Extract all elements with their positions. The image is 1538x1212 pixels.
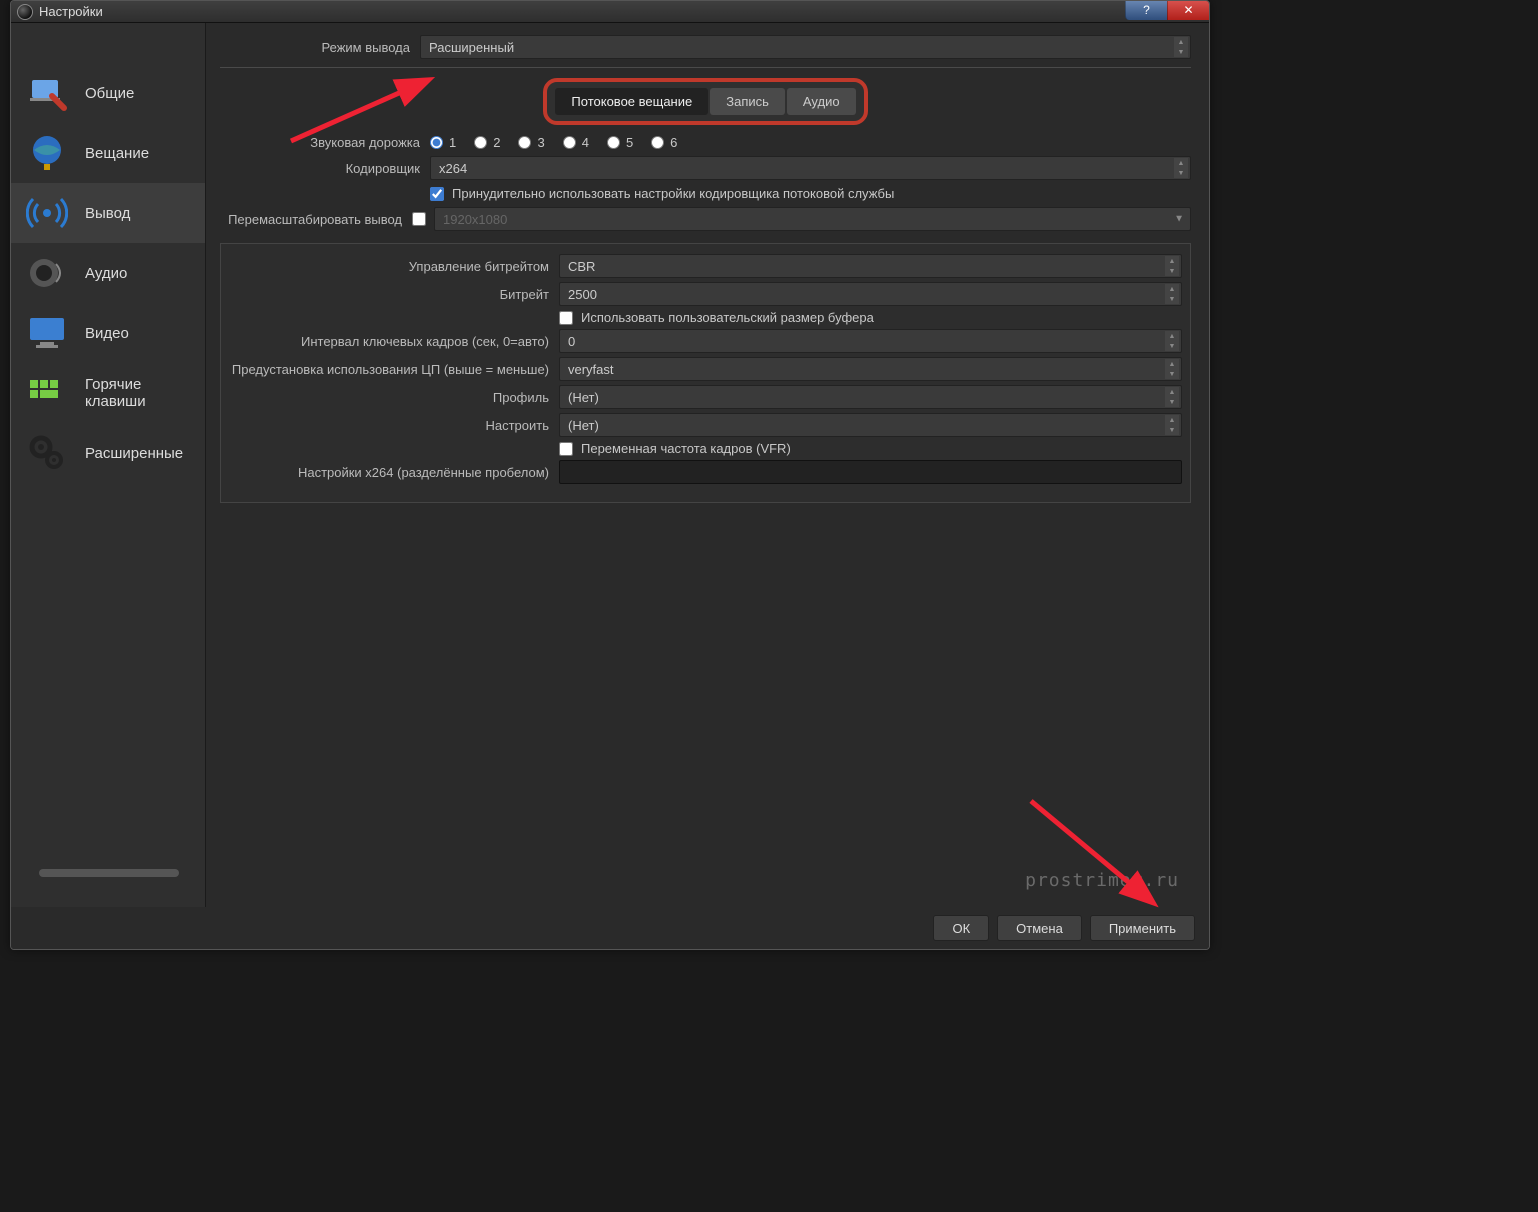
output-mode-select[interactable]: Расширенный ▲▼ [420,35,1191,59]
main-panel: Режим вывода Расширенный ▲▼ Потоковое ве… [206,23,1209,907]
tab-audio[interactable]: Аудио [787,88,856,115]
help-button[interactable]: ? [1125,0,1167,20]
rescale-label: Перемасштабировать вывод [220,212,412,227]
wrench-icon [23,69,71,117]
spinner-icon: ▲▼ [1174,158,1188,178]
sidebar: Общие Вещание Вывод Аудио [11,23,206,907]
profile-label: Профиль [229,390,559,405]
sidebar-item-label: Горячие клавиши [85,376,205,410]
spinner-icon: ▲▼ [1165,331,1179,351]
dialog-footer: ОК Отмена Применить [11,907,1209,949]
spinner-icon: ▲▼ [1165,284,1179,304]
watermark: prostrimer.ru [1025,870,1179,891]
tab-recording[interactable]: Запись [710,88,785,115]
ok-button[interactable]: ОК [933,915,989,941]
audio-track-1[interactable]: 1 [430,135,456,150]
cpu-preset-select[interactable]: veryfast ▲▼ [559,357,1182,381]
enforce-checkbox[interactable]: Принудительно использовать настройки код… [430,186,1191,201]
x264opts-input[interactable] [559,460,1182,484]
audio-track-label: Звуковая дорожка [220,135,430,150]
bitrate-label: Битрейт [229,287,559,302]
spinner-icon: ▲▼ [1174,37,1188,57]
encoder-settings-panel: Управление битрейтом CBR ▲▼ Битрейт 2500… [220,243,1191,503]
speaker-icon [23,249,71,297]
sidebar-item-label: Видео [85,325,129,342]
bitrate-input[interactable]: 2500 ▲▼ [559,282,1182,306]
sidebar-item-audio[interactable]: Аудио [11,243,205,303]
audio-track-5[interactable]: 5 [607,135,633,150]
encoder-label: Кодировщик [220,161,430,176]
tab-streaming[interactable]: Потоковое вещание [555,88,708,115]
audio-track-6[interactable]: 6 [651,135,677,150]
keyframe-label: Интервал ключевых кадров (сек, 0=авто) [229,334,559,349]
gears-icon [23,429,71,477]
rescale-checkbox[interactable] [412,212,434,226]
spinner-icon: ▲▼ [1165,256,1179,276]
custom-buffer-checkbox[interactable]: Использовать пользовательский размер буф… [559,310,1182,325]
settings-window: Настройки ? ✕ Общие Вещание [10,0,1210,950]
audio-track-radios: 1 2 3 4 5 6 [430,135,1191,150]
cancel-button[interactable]: Отмена [997,915,1082,941]
titlebar: Настройки ? ✕ [11,1,1209,23]
app-icon [17,4,33,20]
broadcast-icon [23,189,71,237]
sidebar-item-label: Аудио [85,265,127,282]
window-title: Настройки [39,4,103,19]
sidebar-scrollbar[interactable] [39,869,179,877]
sidebar-item-hotkeys[interactable]: Горячие клавиши [11,363,205,423]
spinner-icon: ▲▼ [1165,415,1179,435]
sidebar-item-output[interactable]: Вывод [11,183,205,243]
sidebar-item-label: Вещание [85,145,149,162]
spinner-icon: ▲▼ [1165,359,1179,379]
close-button[interactable]: ✕ [1167,0,1209,20]
sidebar-item-label: Расширенные [85,445,183,462]
rate-control-label: Управление битрейтом [229,259,559,274]
tune-label: Настроить [229,418,559,433]
sidebar-item-label: Вывод [85,205,130,222]
audio-track-2[interactable]: 2 [474,135,500,150]
divider [220,67,1191,68]
profile-select[interactable]: (Нет) ▲▼ [559,385,1182,409]
sidebar-item-label: Общие [85,85,134,102]
apply-button[interactable]: Применить [1090,915,1195,941]
encoder-select[interactable]: x264 ▲▼ [430,156,1191,180]
output-mode-label: Режим вывода [220,40,420,55]
rescale-select[interactable]: 1920x1080 ▼ [434,207,1191,231]
sidebar-item-general[interactable]: Общие [11,63,205,123]
sidebar-item-stream[interactable]: Вещание [11,123,205,183]
sidebar-item-video[interactable]: Видео [11,303,205,363]
monitor-icon [23,309,71,357]
tune-select[interactable]: (Нет) ▲▼ [559,413,1182,437]
vfr-checkbox[interactable]: Переменная частота кадров (VFR) [559,441,1182,456]
x264opts-label: Настройки x264 (разделённые пробелом) [229,465,559,480]
keyframe-input[interactable]: 0 ▲▼ [559,329,1182,353]
chevron-down-icon: ▼ [1174,214,1184,225]
keyboard-icon [23,369,71,417]
cpu-preset-label: Предустановка использования ЦП (выше = м… [229,362,559,377]
rate-control-select[interactable]: CBR ▲▼ [559,254,1182,278]
audio-track-3[interactable]: 3 [518,135,544,150]
audio-track-4[interactable]: 4 [563,135,589,150]
sidebar-item-advanced[interactable]: Расширенные [11,423,205,483]
tabs-annotation: Потоковое вещание Запись Аудио [543,78,867,125]
spinner-icon: ▲▼ [1165,387,1179,407]
globe-icon [23,129,71,177]
